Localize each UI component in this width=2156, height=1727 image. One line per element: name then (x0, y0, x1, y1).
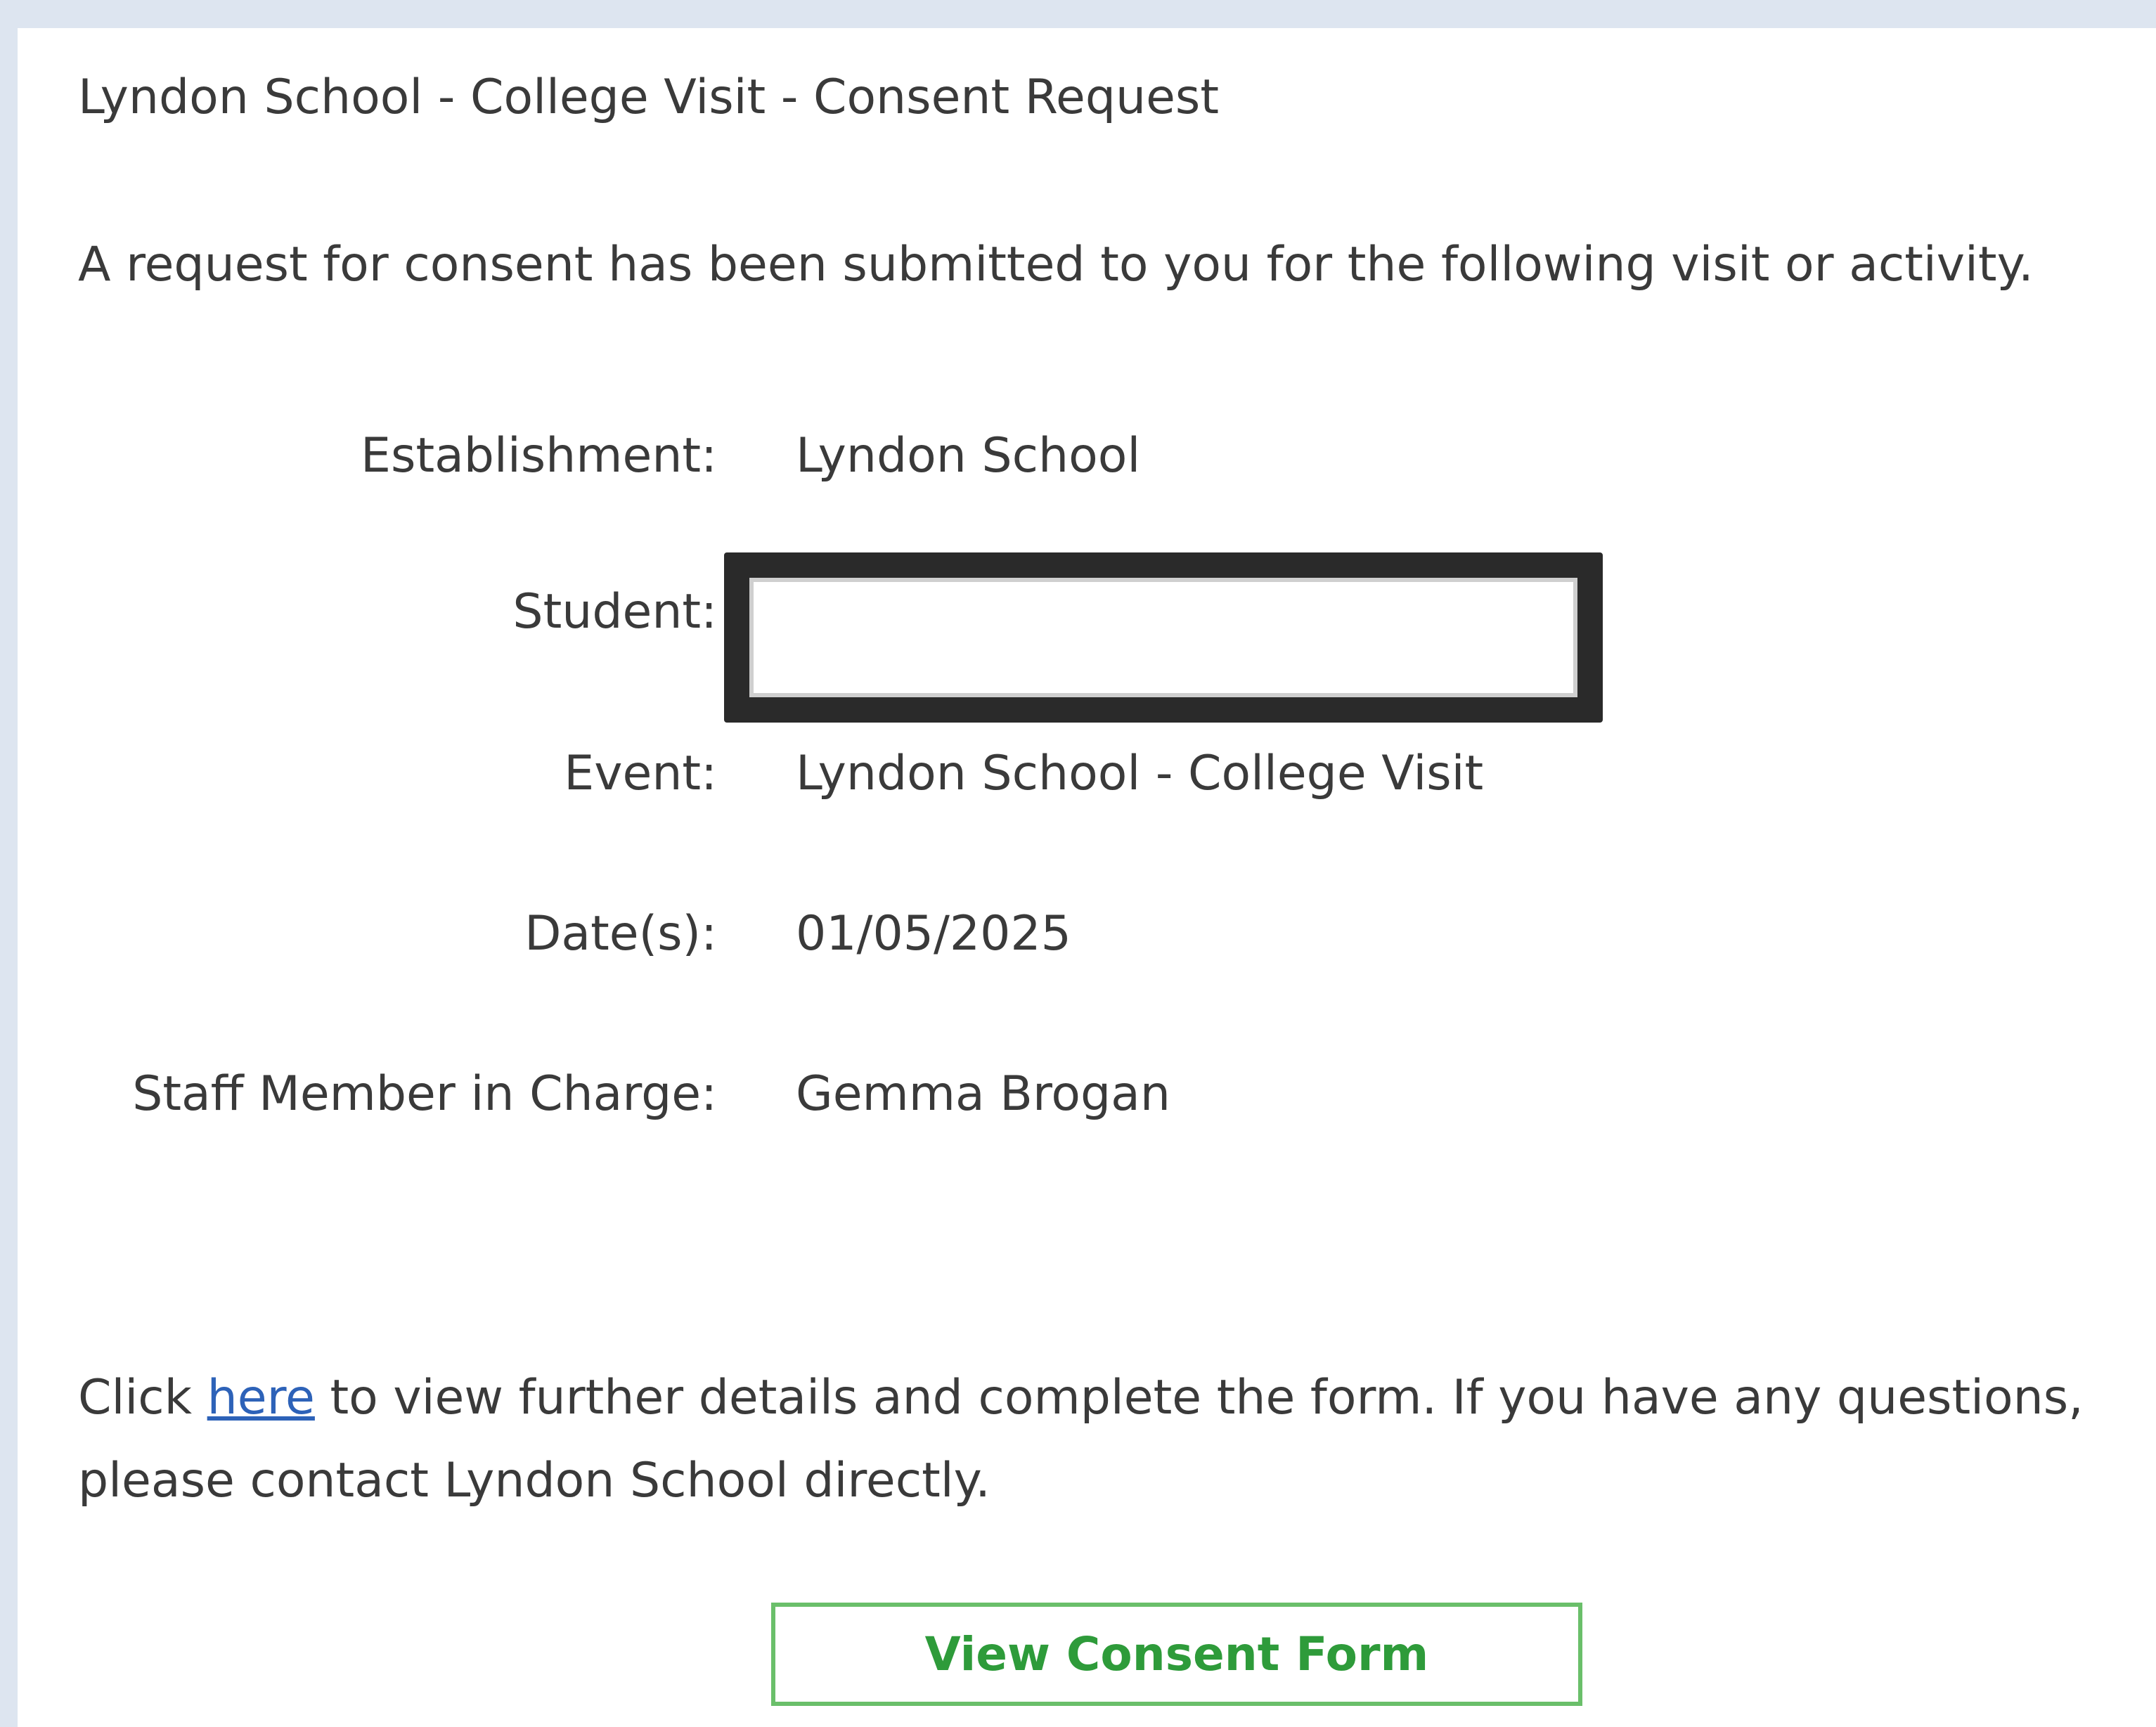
student-redaction-box (724, 552, 1603, 723)
here-link[interactable]: here (207, 1370, 315, 1425)
detail-row-establishment: Establishment: Lyndon School (18, 420, 1705, 491)
view-consent-form-button[interactable]: View Consent Form (771, 1603, 1582, 1706)
email-intro: A request for consent has been submitted… (78, 237, 2034, 292)
detail-row-dates: Date(s): 01/05/2025 (18, 898, 1705, 969)
email-subject: Lyndon School - College Visit - Consent … (78, 70, 1220, 125)
detail-row-staff: Staff Member in Charge: Gemma Brogan (18, 1059, 1705, 1129)
email-card: Lyndon School - College Visit - Consent … (18, 28, 2156, 1727)
establishment-value: Lyndon School (796, 428, 1141, 484)
detail-row-event: Event: Lyndon School - College Visit (18, 738, 1705, 808)
dates-value: 01/05/2025 (796, 906, 1071, 962)
footer-instructions: Click here to view further details and c… (78, 1357, 2152, 1522)
dates-label: Date(s): (524, 906, 717, 962)
establishment-label: Establishment: (361, 428, 717, 484)
footer-suffix: to view further details and complete the… (78, 1370, 2084, 1508)
staff-label: Staff Member in Charge: (132, 1066, 717, 1122)
student-label: Student: (512, 584, 717, 640)
staff-value: Gemma Brogan (796, 1066, 1170, 1122)
event-label: Event: (564, 746, 717, 801)
footer-prefix: Click (78, 1370, 207, 1425)
event-value: Lyndon School - College Visit (796, 746, 1484, 801)
